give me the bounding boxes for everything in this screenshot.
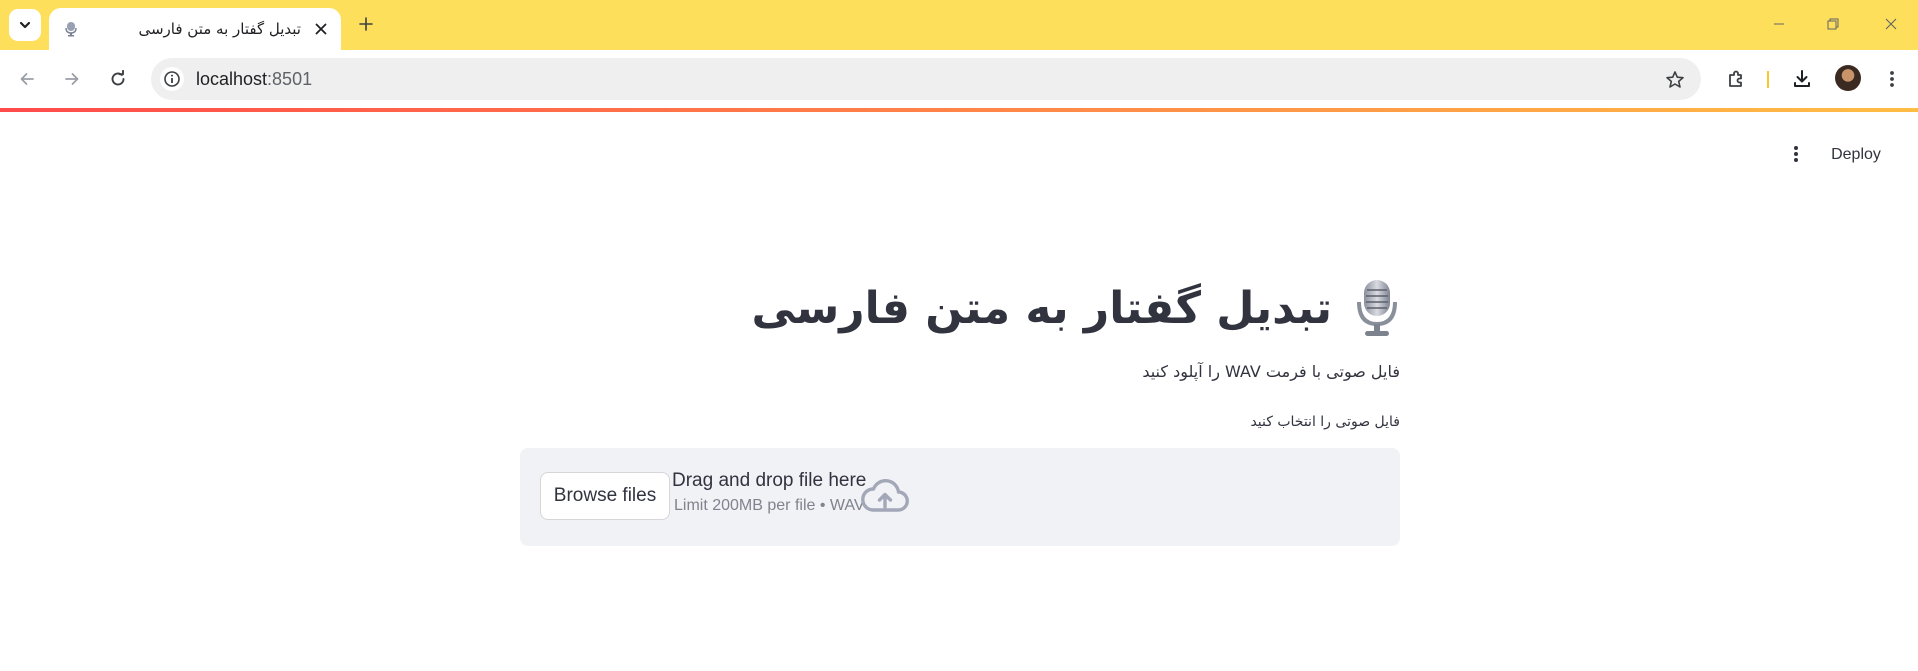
page-title-row: تبدیل گفتار به متن فارسی (520, 270, 1400, 346)
restore-button[interactable] (1816, 8, 1850, 40)
download-icon (1794, 70, 1810, 87)
plus-icon (359, 17, 373, 31)
dropzone-limit: Limit 200MB per file • WAV (674, 497, 865, 514)
arrow-right-icon (65, 73, 79, 85)
puzzle-icon (1729, 70, 1742, 87)
url-port: :8501 (267, 69, 313, 89)
restore-icon (1827, 18, 1839, 30)
dropzone-title: Drag and drop file here (672, 470, 867, 491)
site-info-button[interactable] (160, 67, 184, 91)
star-icon (1666, 71, 1684, 88)
more-vertical-icon (1890, 71, 1894, 87)
tab-search-button[interactable] (9, 9, 41, 41)
app-decoration-bar (0, 108, 1918, 112)
deploy-button[interactable]: Deploy (1824, 142, 1888, 168)
browser-toolbar: localhost:8501 (0, 50, 1918, 108)
bookmark-button[interactable] (1663, 68, 1687, 92)
tab-close-button[interactable] (311, 19, 331, 39)
forward-button[interactable] (58, 65, 86, 93)
reload-icon (111, 70, 125, 86)
cloud-upload-icon (861, 479, 909, 512)
close-icon (1885, 18, 1897, 30)
app-main-menu-button[interactable] (1782, 140, 1810, 168)
browser-tab-active[interactable]: تبدیل گفتار به متن فارسی (49, 8, 341, 50)
tab-strip: تبدیل گفتار به متن فارسی (0, 0, 1918, 50)
close-icon (315, 23, 327, 35)
microphone-icon (65, 22, 77, 37)
file-dropzone[interactable]: Browse files Drag and drop file here Lim… (520, 448, 1400, 546)
minimize-button[interactable] (1762, 8, 1796, 40)
minimize-icon (1774, 23, 1784, 25)
dropzone-instructions: Drag and drop file here Limit 200MB per … (672, 470, 866, 515)
toolbar-divider (1767, 71, 1769, 88)
browser-menu-button[interactable] (1878, 65, 1906, 93)
browse-files-button[interactable]: Browse files (540, 472, 670, 520)
url-text: localhost:8501 (196, 69, 312, 90)
address-bar[interactable]: localhost:8501 (151, 58, 1701, 100)
chevron-down-icon (19, 21, 31, 29)
close-window-button[interactable] (1874, 8, 1908, 40)
page-subtitle: فایل صوتی با فرمت WAV را آپلود کنید (1142, 362, 1400, 381)
page-title: تبدیل گفتار به متن فارسی (751, 282, 1333, 334)
arrow-left-icon (20, 73, 34, 85)
profile-avatar[interactable] (1835, 65, 1861, 91)
microphone-icon (1357, 280, 1397, 336)
url-host: localhost (196, 69, 268, 89)
more-vertical-icon (1794, 146, 1798, 162)
extensions-button[interactable] (1722, 65, 1750, 93)
tab-title: تبدیل گفتار به متن فارسی (138, 20, 301, 38)
reload-button[interactable] (104, 65, 132, 93)
back-button[interactable] (13, 65, 41, 93)
info-icon (164, 71, 180, 87)
new-tab-button[interactable] (354, 12, 378, 36)
downloads-button[interactable] (1788, 65, 1816, 93)
uploader-label: فایل صوتی را انتخاب کنید (1250, 414, 1400, 430)
